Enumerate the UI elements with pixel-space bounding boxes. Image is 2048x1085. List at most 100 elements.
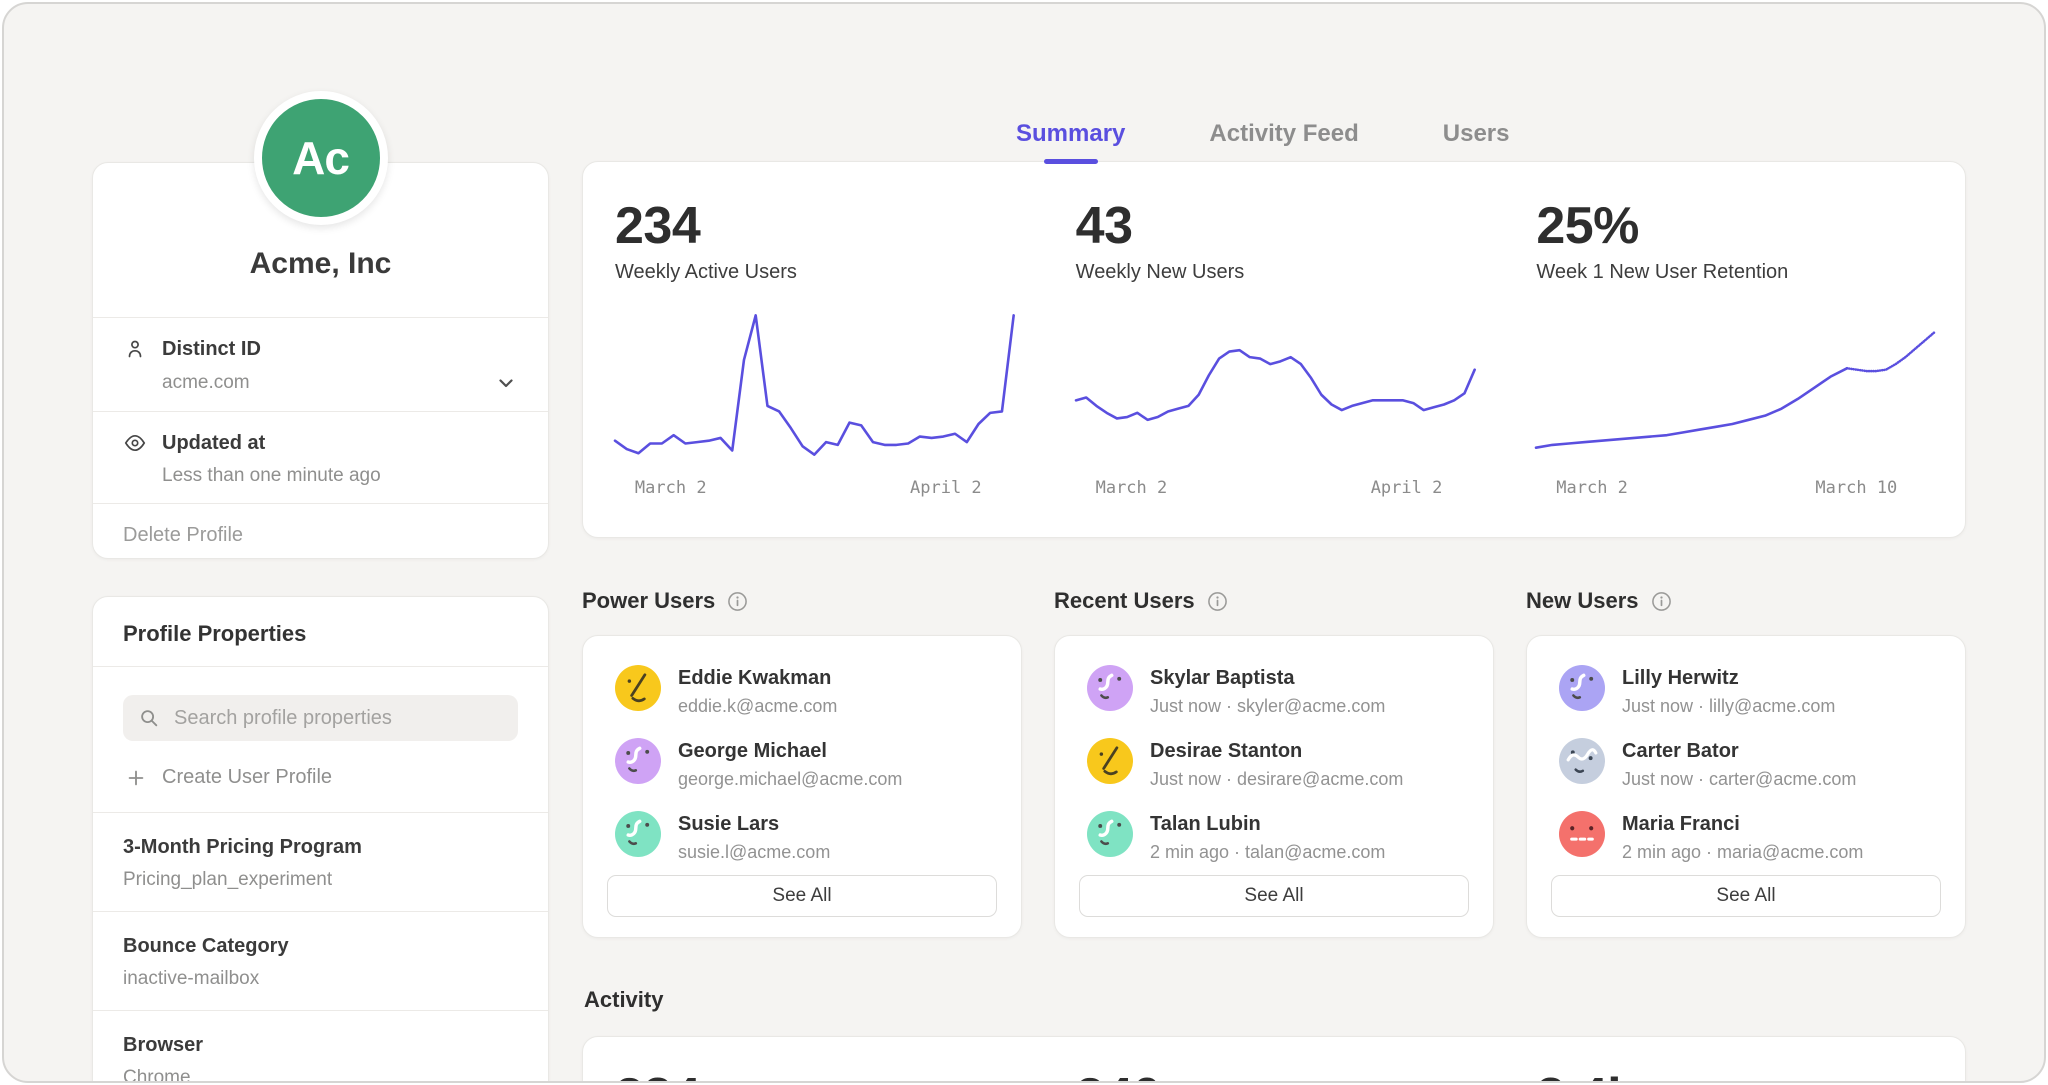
property-name: Bounce Category [123, 935, 518, 958]
plus-icon [125, 767, 147, 789]
company-avatar: Ac [254, 91, 388, 225]
create-user-profile-button[interactable]: Create User Profile [123, 741, 518, 812]
user-row[interactable]: Eddie Kwakmaneddie.k@acme.com [615, 665, 989, 717]
user-text: Lilly HerwitzJust now · lilly@acme.com [1622, 665, 1835, 717]
user-name: George Michael [678, 738, 902, 763]
user-detail: Just now · carter@acme.com [1622, 769, 1856, 790]
tab-label: Users [1443, 120, 1510, 147]
info-icon [727, 591, 748, 612]
property-row[interactable]: BrowserChrome [93, 1010, 548, 1083]
user-list-title: New Users [1526, 588, 1639, 614]
field-label: Updated at [162, 432, 265, 455]
user-text: George Michaelgeorge.michael@acme.com [678, 738, 902, 790]
axis-tick-label: April 2 [910, 478, 982, 498]
activity-stat-value: 234 [583, 1037, 1044, 1083]
tab-summary[interactable]: Summary [1016, 120, 1125, 164]
user-detail: susie.l@acme.com [678, 842, 830, 863]
see-all-button[interactable]: See All [1551, 875, 1941, 917]
user-avatar [615, 738, 661, 784]
user-name: Talan Lubin [1150, 811, 1385, 836]
user-row[interactable]: Carter BatorJust now · carter@acme.com [1559, 738, 1933, 790]
field-value: Less than one minute ago [162, 465, 381, 487]
user-row[interactable]: Skylar BaptistaJust now · skyler@acme.co… [1087, 665, 1461, 717]
search-icon [138, 707, 160, 729]
user-list-card: Lilly HerwitzJust now · lilly@acme.com Ca… [1526, 635, 1966, 938]
property-value: inactive-mailbox [123, 968, 518, 990]
info-icon [1207, 591, 1228, 612]
activity-card: 2342403.4k [582, 1036, 1966, 1083]
user-list-header: Power Users [582, 586, 1022, 616]
eye-icon [123, 431, 147, 455]
stat-value: 234 [615, 196, 1014, 256]
user-text: Maria Franci2 min ago · maria@acme.com [1622, 811, 1863, 863]
user-list-card: Skylar BaptistaJust now · skyler@acme.co… [1054, 635, 1494, 938]
user-detail: eddie.k@acme.com [678, 696, 837, 717]
user-row[interactable]: Desirae StantonJust now · desirare@acme.… [1087, 738, 1461, 790]
stat-label: Weekly Active Users [615, 261, 1014, 284]
company-profile-card: Ac Acme, Inc Distinct ID acme.com Update… [92, 162, 549, 559]
user-name: Lilly Herwitz [1622, 665, 1835, 690]
user-avatar [1087, 665, 1133, 711]
user-avatar [1087, 738, 1133, 784]
tab-users[interactable]: Users [1443, 120, 1510, 164]
info-icon-button[interactable] [1651, 591, 1672, 612]
user-list-title: Recent Users [1054, 588, 1195, 614]
user-list-header: Recent Users [1054, 586, 1494, 616]
user-detail: Just now · desirare@acme.com [1150, 769, 1403, 790]
tab-bar: Summary Activity Feed Users [1016, 120, 1510, 164]
property-row[interactable]: Bounce Category inactive-mailbox [93, 911, 548, 1010]
user-avatar [615, 665, 661, 711]
stat-label: Weekly New Users [1076, 261, 1475, 284]
user-row[interactable]: Talan Lubin2 min ago · talan@acme.com [1087, 811, 1461, 863]
updated-at-row: Updated at Less than one minute ago [93, 411, 548, 503]
user-avatar [1087, 811, 1133, 857]
stat-label: Week 1 New User Retention [1536, 261, 1935, 284]
axis-tick-label: March 10 [1815, 478, 1897, 498]
distinct-id-row: Distinct ID acme.com [93, 317, 548, 411]
user-rows: Lilly HerwitzJust now · lilly@acme.com Ca… [1527, 636, 1965, 863]
user-avatar [1559, 811, 1605, 857]
see-all-button[interactable]: See All [1079, 875, 1469, 917]
profile-properties-search[interactable] [123, 695, 518, 741]
property-name: Browser [123, 1034, 518, 1057]
user-row[interactable]: Susie Larssusie.l@acme.com [615, 811, 989, 863]
summary-stats-card: 234Weekly Active UsersMarch 2April 243We… [582, 161, 1966, 538]
search-input[interactable] [172, 706, 503, 731]
create-user-profile-label: Create User Profile [162, 766, 332, 789]
user-text: Eddie Kwakmaneddie.k@acme.com [678, 665, 837, 717]
stat-column-week-1-new-user-retention: 25%Week 1 New User RetentionMarch 2March… [1504, 162, 1965, 537]
user-list-title: Power Users [582, 588, 715, 614]
chevron-down-icon[interactable] [494, 371, 518, 395]
property-row[interactable]: 3-Month Pricing ProgramPricing_plan_expe… [93, 812, 548, 911]
activity-section-title: Activity [584, 987, 663, 1013]
axis-tick-label: April 2 [1371, 478, 1443, 498]
activity-stat-value: 240 [1044, 1037, 1505, 1083]
chart-x-axis: March 2 April 2 [615, 478, 1014, 502]
user-row[interactable]: George Michaelgeorge.michael@acme.com [615, 738, 989, 790]
property-value: Pricing_plan_experiment [123, 869, 518, 891]
info-icon-button[interactable] [1207, 591, 1228, 612]
field-value: acme.com [162, 372, 250, 394]
chart-x-axis: March 2 April 2 [1076, 478, 1475, 502]
delete-profile-button[interactable]: Delete Profile [93, 503, 548, 567]
axis-tick-label: March 2 [1556, 478, 1628, 498]
user-avatar [615, 811, 661, 857]
profile-properties-card: Profile Properties Create User Profile 3… [92, 596, 549, 1083]
app-window: Summary Activity Feed Users Ac Acme, Inc D… [2, 2, 2046, 1083]
user-text: Talan Lubin2 min ago · talan@acme.com [1150, 811, 1385, 863]
user-row[interactable]: Lilly HerwitzJust now · lilly@acme.com [1559, 665, 1933, 717]
user-list-power-users: Power Users Eddie Kwakmaneddie.k@acme.com… [582, 586, 1022, 938]
user-avatar [1559, 665, 1605, 711]
user-text: Susie Larssusie.l@acme.com [678, 811, 830, 863]
tab-label: Activity Feed [1209, 120, 1358, 147]
field-label: Distinct ID [162, 338, 261, 361]
user-list-recent-users: Recent Users Skylar BaptistaJust now · sk… [1054, 586, 1494, 938]
info-icon-button[interactable] [727, 591, 748, 612]
axis-tick-label: March 2 [635, 478, 707, 498]
tab-activity-feed[interactable]: Activity Feed [1209, 120, 1358, 164]
see-all-button[interactable]: See All [607, 875, 997, 917]
info-icon [1651, 591, 1672, 612]
user-row[interactable]: Maria Franci2 min ago · maria@acme.com [1559, 811, 1933, 863]
user-detail: 2 min ago · maria@acme.com [1622, 842, 1863, 863]
axis-tick-label: March 2 [1096, 478, 1168, 498]
